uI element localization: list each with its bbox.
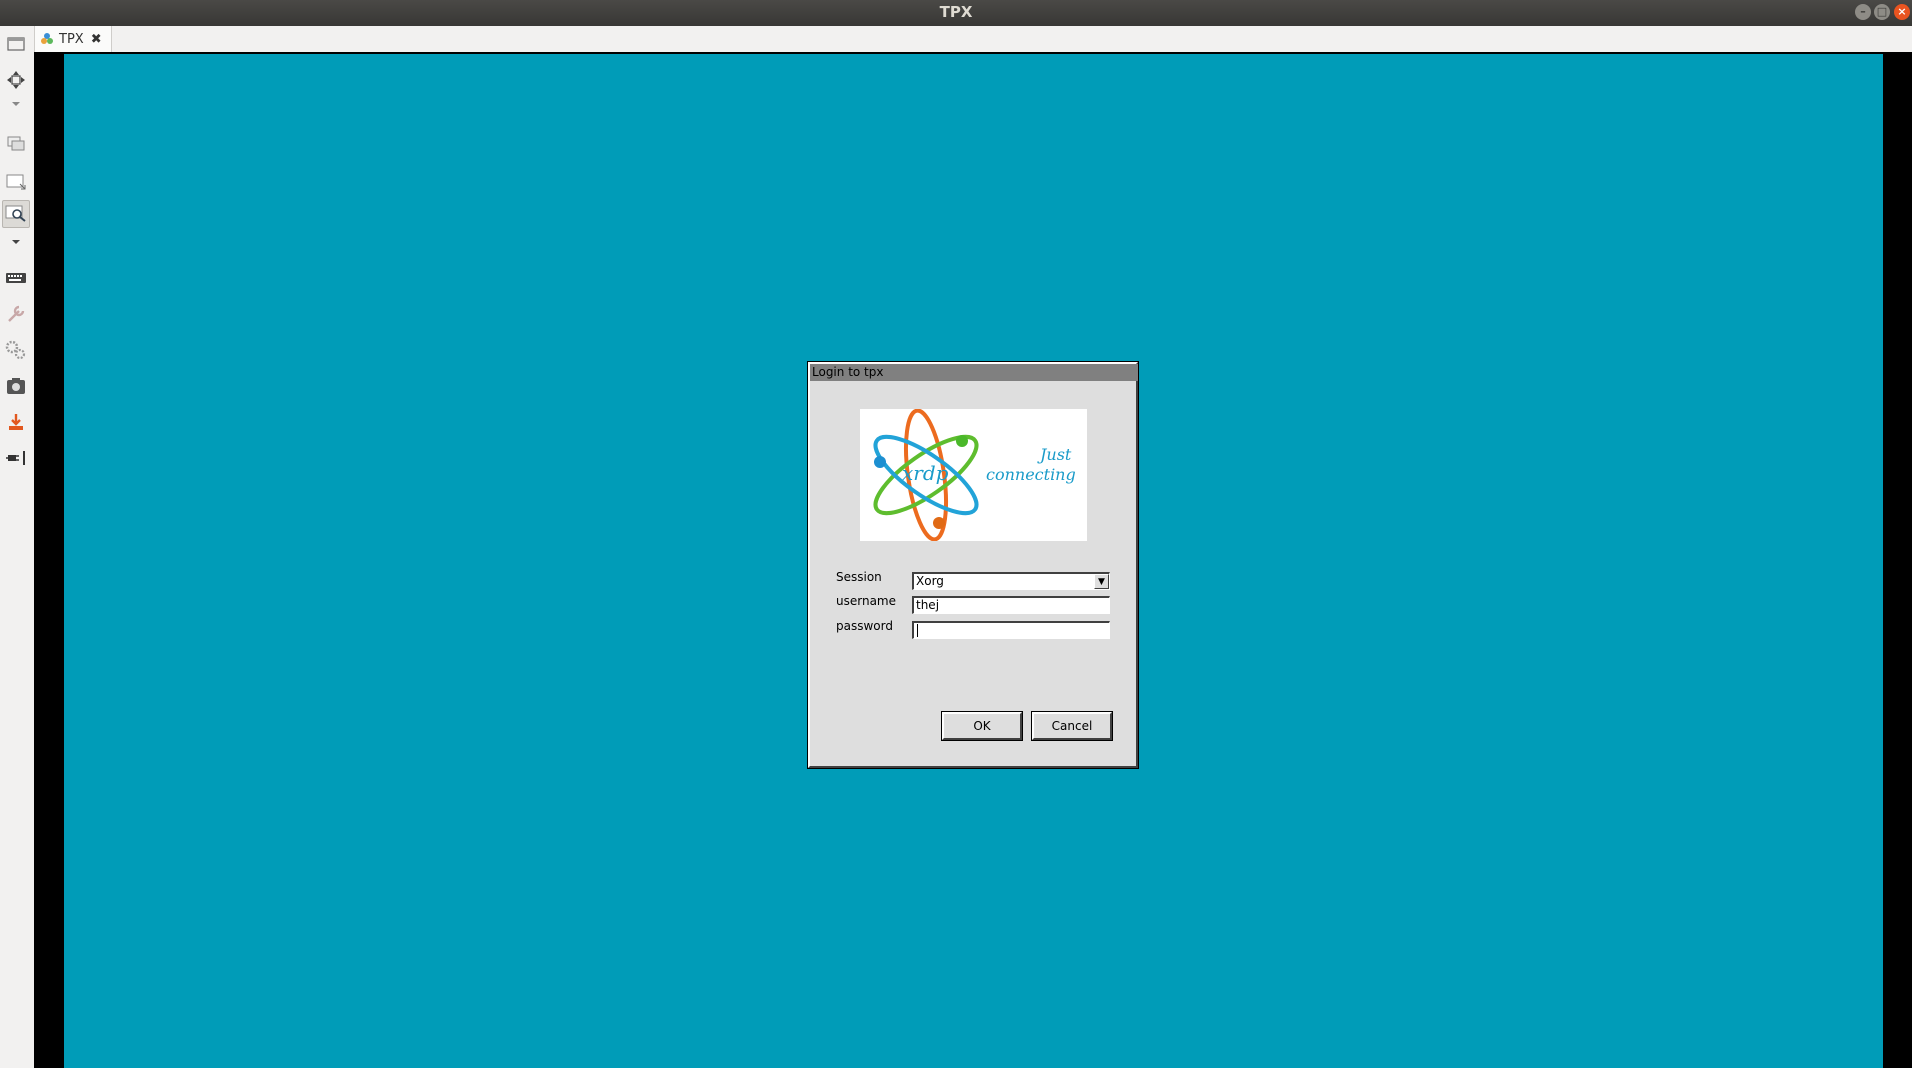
switch-tab-icon[interactable] [2,130,30,158]
zoom-icon[interactable] [2,200,30,228]
logo-tagline-line1: Just [1040,445,1072,464]
toggle-fullscreen-icon[interactable] [2,30,30,58]
screenshot-icon[interactable] [2,372,30,400]
tab-tpx[interactable]: TPX ✖ [34,26,112,52]
ok-button[interactable]: OK [941,711,1023,741]
preferences-icon[interactable] [2,300,30,328]
toggle-dynamic-resolution-icon[interactable] [2,66,30,94]
cancel-button[interactable]: Cancel [1031,711,1113,741]
username-label: username [836,594,896,608]
chevron-down-icon[interactable]: ▼ [1094,574,1109,589]
remmina-toolbar [0,26,35,1068]
password-field[interactable] [912,621,1110,639]
session-select[interactable]: Xorg ▼ [912,572,1110,590]
window-title: TPX [939,3,973,21]
session-label: Session [836,570,882,584]
window-titlebar[interactable]: TPX – □ × [0,0,1912,26]
tab-strip: TPX ✖ [34,26,1912,53]
minimize-window-icon[interactable] [2,408,30,436]
scaled-mode-icon[interactable] [2,168,30,196]
minimize-window-button[interactable]: – [1855,4,1871,20]
dialog-title[interactable]: Login to tpx [810,364,1138,381]
session-value: Xorg [916,574,944,588]
remmina-connection-icon [40,32,54,46]
username-value: thej [916,598,940,612]
tab-close-icon[interactable]: ✖ [91,32,102,47]
logo-tagline-line2: connecting [986,465,1076,484]
keyboard-grab-icon[interactable] [2,264,30,292]
logo-brand: xrdp [902,461,949,485]
text-cursor [917,624,918,637]
maximize-window-button[interactable]: □ [1874,4,1890,20]
username-field[interactable]: thej [912,596,1110,614]
dropdown-arrow-icon[interactable] [2,234,30,250]
dropdown-arrow-icon[interactable] [2,96,30,112]
disconnect-icon[interactable] [2,444,30,472]
password-label: password [836,619,893,633]
tools-icon[interactable] [2,336,30,364]
xrdp-logo: xrdp Just connecting [860,409,1087,541]
close-window-button[interactable]: × [1894,4,1910,20]
xrdp-login-dialog: Login to tpx xrdp Just connecting Sessio… [807,361,1139,769]
tab-label: TPX [59,31,84,47]
